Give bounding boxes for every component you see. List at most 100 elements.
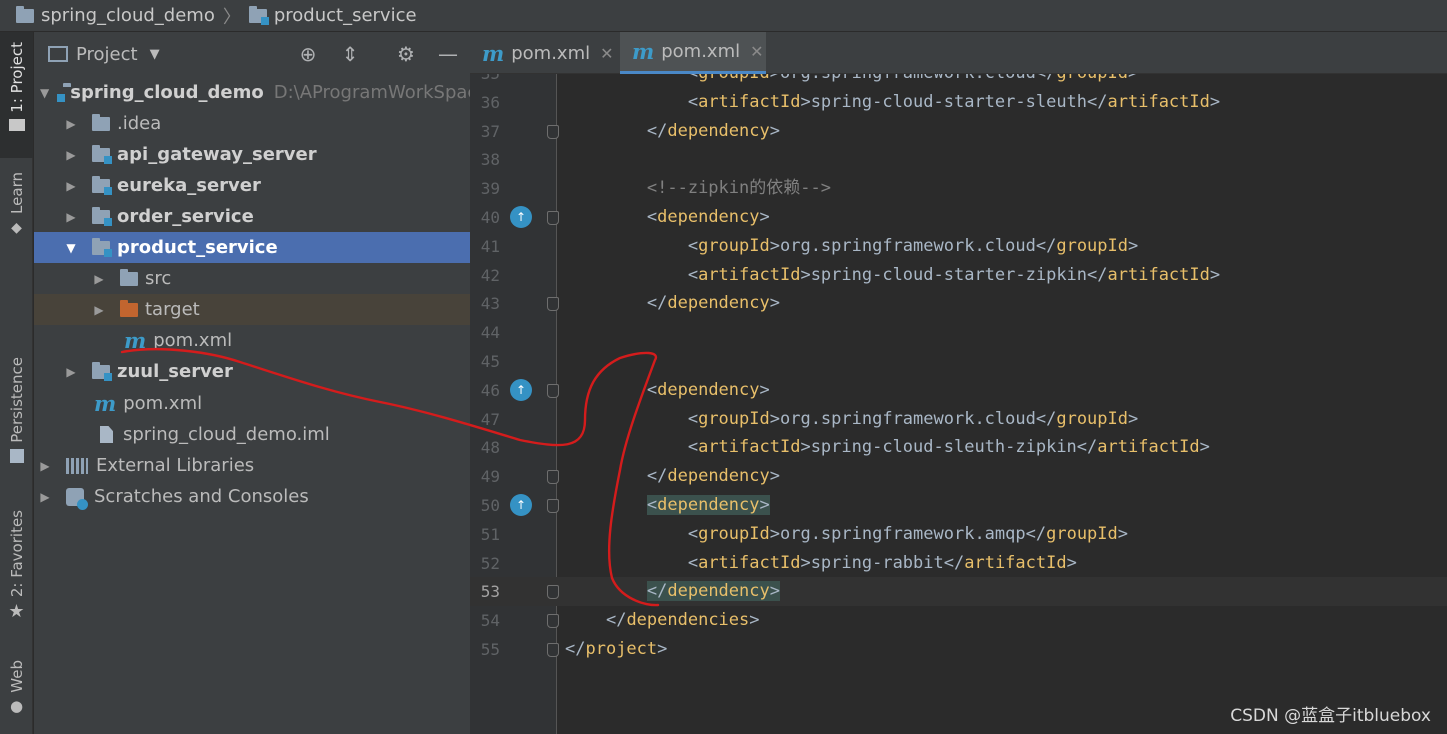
code-line: 54 </dependencies> xyxy=(470,606,1447,635)
tab-label: pom.xml xyxy=(661,41,741,62)
xml-tag: dependency xyxy=(667,293,770,314)
close-icon[interactable]: ✕ xyxy=(750,42,763,61)
tree-item-zuul-server[interactable]: ▶ zuul_server xyxy=(34,356,500,387)
fold-marker-icon xyxy=(547,470,559,485)
folder-icon xyxy=(92,113,110,131)
fold-marker-icon xyxy=(547,643,559,657)
tab-web[interactable]: Web ● xyxy=(0,660,33,730)
chevron-down-icon[interactable]: ▼ xyxy=(150,47,160,62)
module-folder-icon xyxy=(92,237,112,257)
xml-bracket: > xyxy=(657,639,668,659)
xml-bracket: </ xyxy=(943,552,965,573)
collapse-all-icon[interactable]: ⇕ xyxy=(338,42,362,66)
code-line: 41 <groupId>org.springframework.cloud</g… xyxy=(470,232,1447,261)
expanded-arrow-icon[interactable]: ▼ xyxy=(64,241,78,255)
tree-item-src[interactable]: ▶ src xyxy=(34,263,528,294)
line-number: 41 xyxy=(480,236,500,256)
xml-tag: dependency xyxy=(667,581,770,602)
tree-item-root-pom-xml[interactable]: m pom.xml xyxy=(34,388,530,419)
line-number: 54 xyxy=(480,611,500,631)
code-line: 38 xyxy=(470,145,1447,174)
xml-bracket: > xyxy=(769,581,780,602)
project-view-selector[interactable]: Project xyxy=(76,44,138,65)
fold-marker-icon xyxy=(547,614,559,629)
tree-item-label: pom.xml xyxy=(123,393,203,414)
xml-bracket: </ xyxy=(646,120,668,141)
tab-favorites-label: 2: Favorites xyxy=(7,510,26,598)
code-line: 46 ↑ <dependency> xyxy=(470,376,1447,405)
collapsed-arrow-icon[interactable]: ▶ xyxy=(38,459,52,473)
maven-icon: m xyxy=(632,39,655,64)
tree-item-scratches[interactable]: ▶ Scratches and Consoles xyxy=(34,481,474,512)
expanded-arrow-icon[interactable]: ▼ xyxy=(40,86,49,100)
tree-item-label: spring_cloud_demo xyxy=(70,82,264,103)
tab-project[interactable]: 1: Project xyxy=(0,32,33,158)
tab-pom-xml-2[interactable]: m pom.xml ✕ xyxy=(620,32,766,74)
collapsed-arrow-icon[interactable]: ▶ xyxy=(64,117,78,131)
library-icon xyxy=(66,457,88,474)
code-text: </dependency> xyxy=(565,462,780,491)
tree-item-label: api_gateway_server xyxy=(117,144,317,165)
tree-item-label: External Libraries xyxy=(96,455,255,476)
fold-marker-icon xyxy=(547,499,559,513)
code-line: 42 <artifactId>spring-cloud-starter-zipk… xyxy=(470,261,1447,290)
tree-item-external-libraries[interactable]: ▶ External Libraries xyxy=(34,450,474,481)
tree-item-eureka-server[interactable]: ▶ eureka_server xyxy=(34,170,500,201)
xml-open-tag: <dependency> xyxy=(647,380,770,400)
globe-icon: ● xyxy=(9,696,24,715)
tab-favorites[interactable]: 2: Favorites ★ xyxy=(0,510,33,636)
breadcrumb-project[interactable]: spring_cloud_demo xyxy=(41,5,215,26)
tab-learn[interactable]: Learn ◆ xyxy=(0,172,33,252)
code-line: 39 <!--zipkin的依赖--> xyxy=(470,174,1447,203)
xml-tag: artifactId xyxy=(1107,91,1210,112)
xml-text: spring-cloud-starter-zipkin xyxy=(810,264,1088,285)
collapsed-arrow-icon[interactable]: ▶ xyxy=(92,303,106,317)
line-number: 51 xyxy=(480,524,500,544)
tree-item-order-service[interactable]: ▶ order_service xyxy=(34,201,500,232)
xml-bracket: </ xyxy=(1035,408,1057,429)
tree-item-label: spring_cloud_demo.iml xyxy=(123,424,330,445)
code-text: <dependency> xyxy=(565,491,770,520)
code-line: 55 </project> xyxy=(470,635,1447,664)
collapsed-arrow-icon[interactable]: ▶ xyxy=(64,210,78,224)
code-text: <artifactId>spring-cloud-sleuth-zipkin</… xyxy=(565,433,1210,462)
xml-bracket: > xyxy=(759,207,770,227)
tab-persistence[interactable]: Persistence xyxy=(0,357,33,487)
line-number: 43 xyxy=(480,294,500,314)
code-editor[interactable]: 35 <groupId>org.springframework.cloud</g… xyxy=(470,74,1447,734)
hide-panel-icon[interactable]: — xyxy=(436,42,460,66)
locate-icon[interactable]: ⊕ xyxy=(296,42,320,66)
collapsed-arrow-icon[interactable]: ▶ xyxy=(92,272,106,286)
tree-item-label: order_service xyxy=(117,206,254,227)
tree-item-idea[interactable]: ▶ .idea xyxy=(34,108,500,139)
gear-icon[interactable]: ⚙ xyxy=(394,42,418,66)
project-panel: Project ▼ ⊕ ⇕ ⚙ — ▼ spring_cloud_demo D:… xyxy=(34,32,528,734)
breadcrumb-module[interactable]: product_service xyxy=(274,5,417,26)
close-icon[interactable]: ✕ xyxy=(600,44,613,63)
xml-tag: dependency xyxy=(667,466,770,487)
collapsed-arrow-icon[interactable]: ▶ xyxy=(38,490,52,504)
line-number: 52 xyxy=(480,553,500,573)
xml-tag: dependency xyxy=(657,495,760,515)
collapsed-arrow-icon[interactable]: ▶ xyxy=(64,365,78,379)
xml-bracket: </ xyxy=(1087,264,1108,285)
tab-pom-xml-1[interactable]: m pom.xml ✕ xyxy=(470,32,618,74)
tree-item-target[interactable]: ▶ target xyxy=(34,294,528,325)
tree-item-path: D:\AProgramWorkSpace\ xyxy=(273,82,495,103)
folder-icon xyxy=(16,5,34,23)
module-folder-icon xyxy=(248,5,269,25)
module-folder-icon xyxy=(92,175,112,195)
xml-text: org.springframework.cloud xyxy=(779,235,1036,256)
module-folder-icon xyxy=(92,361,112,381)
tree-item-product-service[interactable]: ▼ product_service xyxy=(34,232,500,263)
tree-item-spring-cloud-demo[interactable]: ▼ spring_cloud_demo D:\AProgramWorkSpace… xyxy=(34,77,494,108)
collapsed-arrow-icon[interactable]: ▶ xyxy=(64,179,78,193)
tree-item-label: src xyxy=(145,268,172,289)
collapsed-arrow-icon[interactable]: ▶ xyxy=(64,148,78,162)
line-number: 39 xyxy=(480,179,500,199)
tree-item-label: target xyxy=(145,299,200,320)
tree-item-iml[interactable]: spring_cloud_demo.iml xyxy=(34,419,536,450)
xml-bracket: > xyxy=(1199,437,1210,458)
xml-bracket: </ xyxy=(565,639,586,659)
tree-item-api-gateway-server[interactable]: ▶ api_gateway_server xyxy=(34,139,500,170)
